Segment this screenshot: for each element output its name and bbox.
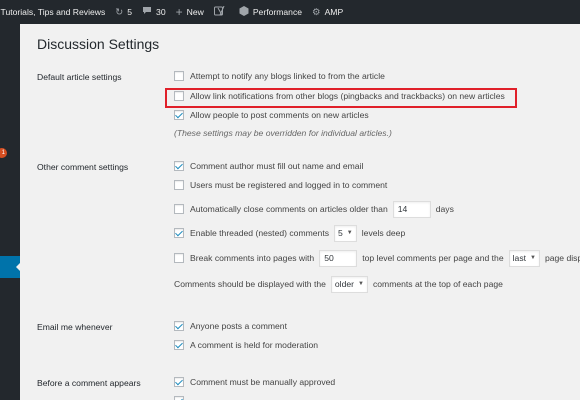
amp-label: AMP <box>324 7 344 17</box>
notify-linked-blogs-label: Attempt to notify any blogs linked to fr… <box>190 71 385 81</box>
gear-icon: ⚙ <box>312 6 321 18</box>
require-registration-option[interactable]: Users must be registered and logged in t… <box>174 178 387 192</box>
updates-count: 5 <box>127 7 133 17</box>
updates-link[interactable]: ↻ 5 <box>110 0 137 24</box>
email-anyone-posts-label: Anyone posts a comment <box>190 321 287 331</box>
manual-approval-checkbox[interactable] <box>174 377 184 387</box>
performance-icon <box>239 5 249 19</box>
comments-link[interactable]: 30 <box>137 0 171 24</box>
plus-icon: + <box>175 5 183 19</box>
default-page-value: last <box>512 253 526 263</box>
comments-per-page-input[interactable]: 50 <box>319 249 358 267</box>
manual-approval-label: Comment must be manually approved <box>190 377 336 387</box>
override-note: (These settings may be overridden for in… <box>174 128 392 138</box>
threaded-comments-option[interactable]: Enable threaded (nested) comments 5 ▼ le… <box>174 224 405 242</box>
settings-content: Discussion Settings Default article sett… <box>20 24 580 400</box>
email-anyone-posts-option[interactable]: Anyone posts a comment <box>174 319 287 333</box>
threaded-suffix: levels deep <box>361 228 406 238</box>
display-prefix: Comments should be displayed with the <box>174 279 326 289</box>
new-content-link[interactable]: + New <box>171 0 209 24</box>
allow-comments-label: Allow people to post comments on new art… <box>190 110 369 120</box>
comment-order-value: older <box>334 279 355 289</box>
yoast-seo-link[interactable] <box>209 0 234 24</box>
notify-linked-blogs-option[interactable]: Attempt to notify any blogs linked to fr… <box>174 69 385 83</box>
page-title: Discussion Settings <box>37 36 160 52</box>
amp-link[interactable]: ⚙ AMP <box>307 0 348 24</box>
break-suffix: page displ <box>544 253 580 263</box>
menu-count-badge: 1 <box>0 148 7 158</box>
auto-close-option[interactable]: Automatically close comments on articles… <box>174 200 454 218</box>
thread-depth-value: 5 <box>338 228 343 238</box>
highlight-annotation <box>165 88 517 108</box>
comments-icon <box>142 6 152 18</box>
comment-order-option: Comments should be displayed with the ol… <box>174 275 503 293</box>
default-page-select[interactable]: last ▼ <box>508 249 540 267</box>
auto-close-suffix: days <box>435 204 454 214</box>
manual-approval-option[interactable]: Comment must be manually approved <box>174 375 335 389</box>
chevron-down-icon: ▼ <box>346 230 353 236</box>
auto-close-days-input[interactable]: 14 <box>392 200 431 218</box>
thread-depth-select[interactable]: 5 ▼ <box>334 224 357 242</box>
threaded-comments-checkbox[interactable] <box>174 228 184 238</box>
site-name-link[interactable]: s Tutorials, Tips and Reviews <box>0 0 110 24</box>
threaded-prefix: Enable threaded (nested) comments <box>190 228 330 238</box>
require-name-email-option[interactable]: Comment author must fill out name and em… <box>174 159 363 173</box>
require-name-email-checkbox[interactable] <box>174 161 184 171</box>
yoast-icon <box>213 5 225 19</box>
allow-comments-option[interactable]: Allow people to post comments on new art… <box>174 108 369 122</box>
email-held-moderation-option[interactable]: A comment is held for moderation <box>174 338 318 352</box>
chevron-down-icon: ▼ <box>358 281 364 287</box>
email-held-moderation-label: A comment is held for moderation <box>190 340 319 350</box>
break-middle: top level comments per page and the <box>362 253 504 263</box>
allow-comments-checkbox[interactable] <box>174 110 184 120</box>
admin-sidebar: 1 <box>0 24 21 400</box>
previous-approval-option-partial[interactable] <box>174 394 190 400</box>
break-pages-checkbox[interactable] <box>174 253 184 263</box>
performance-label: Performance <box>252 7 303 17</box>
require-name-email-label: Comment author must fill out name and em… <box>190 161 364 171</box>
performance-link[interactable]: Performance <box>234 0 307 24</box>
notify-linked-blogs-checkbox[interactable] <box>174 71 184 81</box>
email-me-whenever-label: Email me whenever <box>37 322 113 332</box>
require-registration-label: Users must be registered and logged in t… <box>190 180 388 190</box>
default-article-settings-label: Default article settings <box>37 72 122 82</box>
updates-icon: ↻ <box>115 6 124 18</box>
comment-order-select[interactable]: older ▼ <box>330 275 368 293</box>
comments-count: 30 <box>156 7 166 17</box>
email-anyone-posts-checkbox[interactable] <box>174 321 184 331</box>
other-comment-settings-label: Other comment settings <box>37 162 129 172</box>
break-pages-option[interactable]: Break comments into pages with 50 top le… <box>174 249 580 267</box>
auto-close-prefix: Automatically close comments on articles… <box>190 204 388 214</box>
require-registration-checkbox[interactable] <box>174 180 184 190</box>
previous-approval-checkbox[interactable] <box>174 396 184 400</box>
auto-close-checkbox[interactable] <box>174 204 184 214</box>
display-suffix: comments at the top of each page <box>372 279 503 289</box>
new-label: New <box>186 7 204 17</box>
before-comment-appears-label: Before a comment appears <box>37 378 141 388</box>
chevron-down-icon: ▼ <box>530 255 536 261</box>
break-prefix: Break comments into pages with <box>190 253 315 263</box>
admin-bar: s Tutorials, Tips and Reviews ↻ 5 30 + N… <box>0 0 580 24</box>
email-held-moderation-checkbox[interactable] <box>174 340 184 350</box>
